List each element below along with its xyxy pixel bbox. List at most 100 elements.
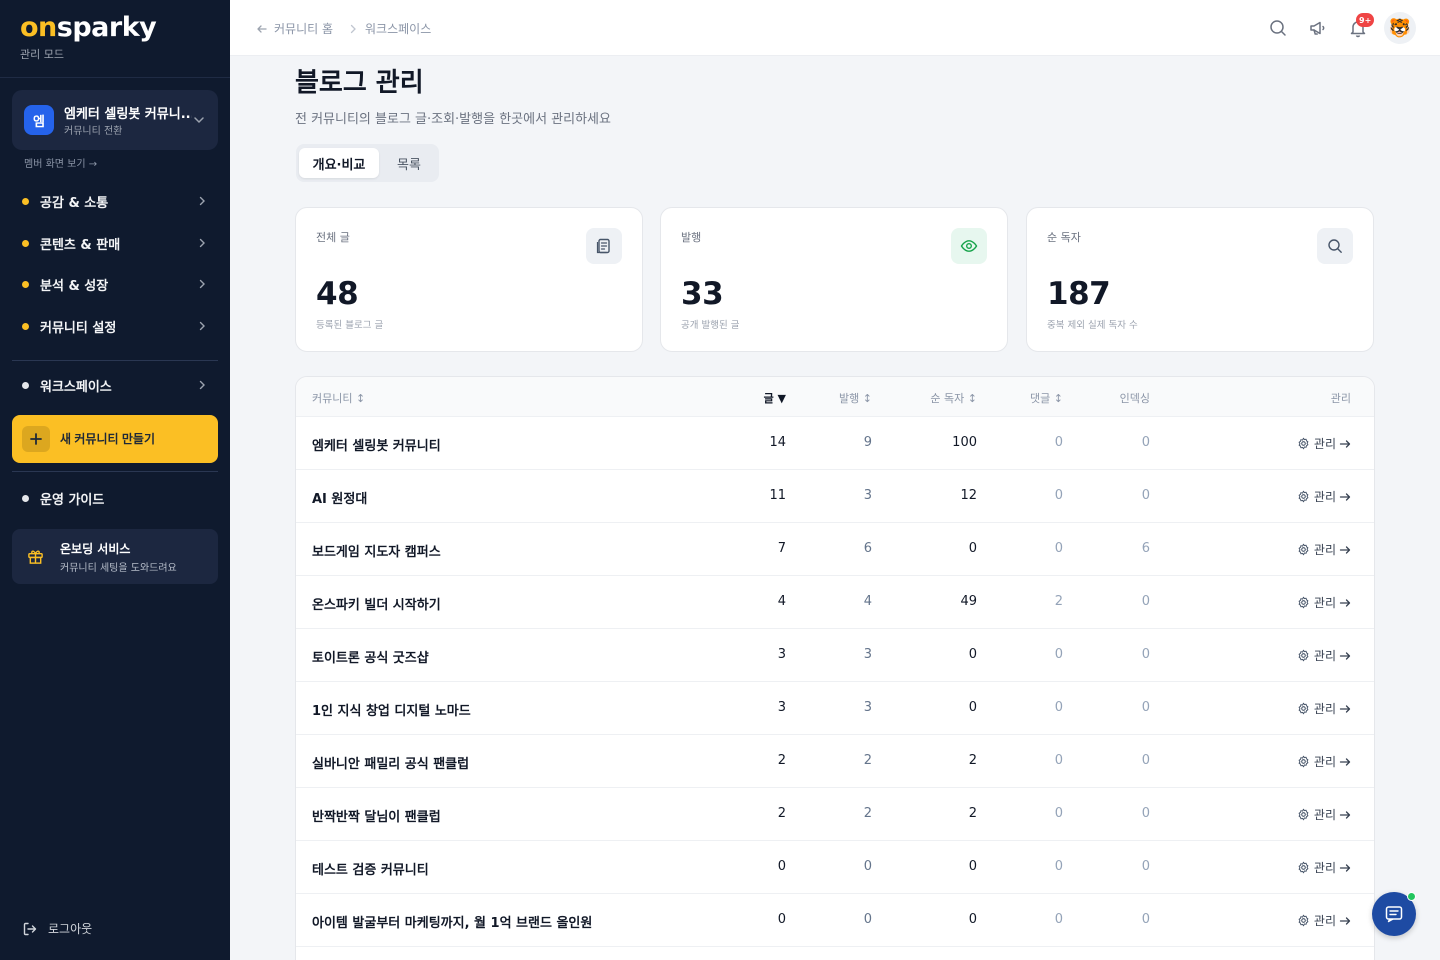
arrow-right-icon: [1339, 492, 1351, 501]
table-row[interactable]: 1인 지식 창업 디지털 노마드 3 3 0 0 0 관리: [296, 682, 1374, 735]
readers-count: 0: [968, 700, 977, 715]
arrow-right-icon: [1339, 598, 1351, 607]
dot-icon: [22, 322, 29, 330]
table-row[interactable]: 실바니안 패밀리 공식 팬클럽 2 2 2 0 0 관리: [296, 735, 1374, 788]
column-posts[interactable]: 글 ▼: [764, 390, 786, 406]
sidebar-item-guide[interactable]: 운영 가이드: [12, 482, 218, 514]
comments-count: 0: [1054, 753, 1063, 768]
manage-label: 관리: [1313, 543, 1336, 557]
manage-button[interactable]: 관리: [1297, 541, 1351, 558]
manage-label: 관리: [1313, 596, 1336, 610]
gear-icon: [1298, 543, 1309, 556]
indexing-count: 6: [1141, 541, 1150, 556]
sidebar-item-content[interactable]: 콘텐츠 & 판매: [12, 227, 218, 259]
manage-button[interactable]: 관리: [1297, 806, 1351, 823]
community-name[interactable]: 실바니안 패밀리 공식 팬클럽: [312, 753, 469, 772]
readers-count: 0: [968, 912, 977, 927]
logout-button[interactable]: 로그아웃: [22, 920, 92, 937]
create-community-label: 새 커뮤니티 만들기: [60, 432, 155, 446]
column-readers[interactable]: 순 독자 ↕: [930, 390, 977, 406]
community-name[interactable]: 테스트 검증 커뮤니티: [312, 859, 429, 878]
top-bar: 커뮤니티 홈 워크스페이스 9+ 🐯: [230, 0, 1440, 56]
chevron-down-icon: [194, 117, 204, 124]
community-name[interactable]: 아이템 발굴부터 마케팅까지, 월 1억 브랜드 올인원: [312, 912, 592, 931]
divider: [0, 77, 230, 78]
tab-overview[interactable]: 개요·비교: [299, 148, 379, 178]
stat-note: 중복 제외 실제 독자 수: [1047, 320, 1138, 331]
online-indicator: [1407, 892, 1416, 901]
stat-value: 33: [681, 276, 724, 312]
table-row[interactable]: 반짝반짝 달님이 팬클럽 2 2 2 0 0 관리: [296, 788, 1374, 841]
sidebar-item-engagement[interactable]: 공감 & 소통: [12, 185, 218, 217]
column-community[interactable]: 커뮤니티 ↕: [312, 390, 365, 406]
logout-label: 로그아웃: [48, 922, 93, 936]
megaphone-icon[interactable]: [1308, 18, 1328, 38]
community-name[interactable]: 1인 지식 창업 디지털 노마드: [312, 700, 471, 719]
community-name[interactable]: 토이트론 공식 굿즈샵: [312, 647, 429, 666]
table-header: 커뮤니티 ↕ 글 ▼ 발행 ↕ 순 독자 ↕ 댓글 ↕ 인덱싱 관리: [296, 377, 1374, 417]
table-row[interactable]: AI 원정대 11 3 12 0 0 관리: [296, 470, 1374, 523]
logo[interactable]: onsparky: [20, 12, 157, 43]
create-community-button[interactable]: 새 커뮤니티 만들기: [12, 415, 218, 463]
published-count: 0: [863, 912, 872, 927]
sidebar-item-workspace[interactable]: 워크스페이스: [12, 369, 218, 401]
dot-icon: [22, 239, 29, 247]
table-row[interactable]: 아이템 발굴부터 마케팅까지, 월 1억 브랜드 올인원 0 0 0 0 0 관리: [296, 894, 1374, 947]
sidebar-item-label: 콘텐츠 & 판매: [40, 237, 121, 253]
breadcrumb-workspace[interactable]: 워크스페이스: [347, 20, 431, 37]
sidebar-item-settings[interactable]: 커뮤니티 설정: [12, 310, 218, 342]
table-row[interactable]: 테스트 검증 커뮤니티 0 0 0 0 0 관리: [296, 841, 1374, 894]
manage-button[interactable]: 관리: [1297, 435, 1351, 452]
onboarding-service-card[interactable]: 온보딩 서비스 커뮤니티 세팅을 도와드려요: [12, 529, 218, 584]
table-row[interactable]: 토이트론 공식 굿즈샵 3 3 0 0 0 관리: [296, 629, 1374, 682]
dot-icon: [22, 381, 29, 389]
table-row[interactable]: 온스파키 빌더 시작하기 4 4 49 2 0 관리: [296, 576, 1374, 629]
breadcrumb-community-home[interactable]: 커뮤니티 홈: [256, 20, 333, 37]
sidebar: onsparky 관리 모드 엠 엠케터 셀링봇 커뮤니... 커뮤니티 전환 …: [0, 0, 230, 960]
manage-button[interactable]: 관리: [1297, 753, 1351, 770]
arrow-right-icon: [1339, 863, 1351, 872]
table-row[interactable]: 보드게임 지도자 캠퍼스 7 6 0 0 6 관리: [296, 523, 1374, 576]
posts-count: 3: [777, 700, 786, 715]
community-name[interactable]: 온스파키 빌더 시작하기: [312, 594, 441, 613]
manage-button[interactable]: 관리: [1297, 488, 1351, 505]
table-row[interactable]: 엠케터 셀링봇 커뮤니티 14 9 100 0 0 관리: [296, 417, 1374, 470]
sidebar-item-analytics[interactable]: 분석 & 성장: [12, 268, 218, 300]
member-view-link[interactable]: 멤버 화면 보기 →: [24, 155, 97, 170]
page-title: 블로그 관리: [295, 68, 424, 98]
avatar[interactable]: 🐯: [1384, 12, 1416, 44]
comments-count: 0: [1054, 647, 1063, 662]
column-comments[interactable]: 댓글 ↕: [1030, 390, 1063, 406]
community-name[interactable]: 보드게임 지도자 캠퍼스: [312, 541, 441, 560]
manage-button[interactable]: 관리: [1297, 912, 1351, 929]
chevron-right-icon: [199, 279, 205, 289]
mode-label: 관리 모드: [20, 48, 64, 61]
posts-count: 3: [777, 647, 786, 662]
view-tabs: 개요·비교 목록: [296, 144, 439, 182]
manage-button[interactable]: 관리: [1297, 859, 1351, 876]
published-count: 3: [863, 488, 872, 503]
search-icon: [1317, 228, 1353, 264]
manage-label: 관리: [1313, 755, 1336, 769]
arrow-right-icon: [1339, 439, 1351, 448]
gear-icon: [1298, 702, 1309, 715]
tab-list[interactable]: 목록: [382, 148, 436, 178]
manage-button[interactable]: 관리: [1297, 647, 1351, 664]
column-published[interactable]: 발행 ↕: [839, 390, 872, 406]
dot-icon: [22, 494, 29, 502]
community-switcher[interactable]: 엠 엠케터 셀링봇 커뮤니... 커뮤니티 전환: [12, 90, 218, 150]
manage-button[interactable]: 관리: [1297, 700, 1351, 717]
community-name[interactable]: AI 원정대: [312, 488, 367, 507]
indexing-count: 0: [1141, 700, 1150, 715]
community-name[interactable]: 반짝반짝 달님이 팬클럽: [312, 806, 441, 825]
gear-icon: [1298, 596, 1309, 609]
published-count: 6: [863, 541, 872, 556]
comments-count: 0: [1054, 488, 1063, 503]
manage-button[interactable]: 관리: [1297, 594, 1351, 611]
readers-count: 12: [960, 488, 977, 503]
community-name[interactable]: 엠케터 셀링봇 커뮤니티: [312, 435, 441, 454]
search-icon[interactable]: [1268, 18, 1288, 38]
readers-count: 49: [960, 594, 977, 609]
sidebar-item-label: 분석 & 성장: [40, 278, 109, 294]
gear-icon: [1298, 437, 1309, 450]
